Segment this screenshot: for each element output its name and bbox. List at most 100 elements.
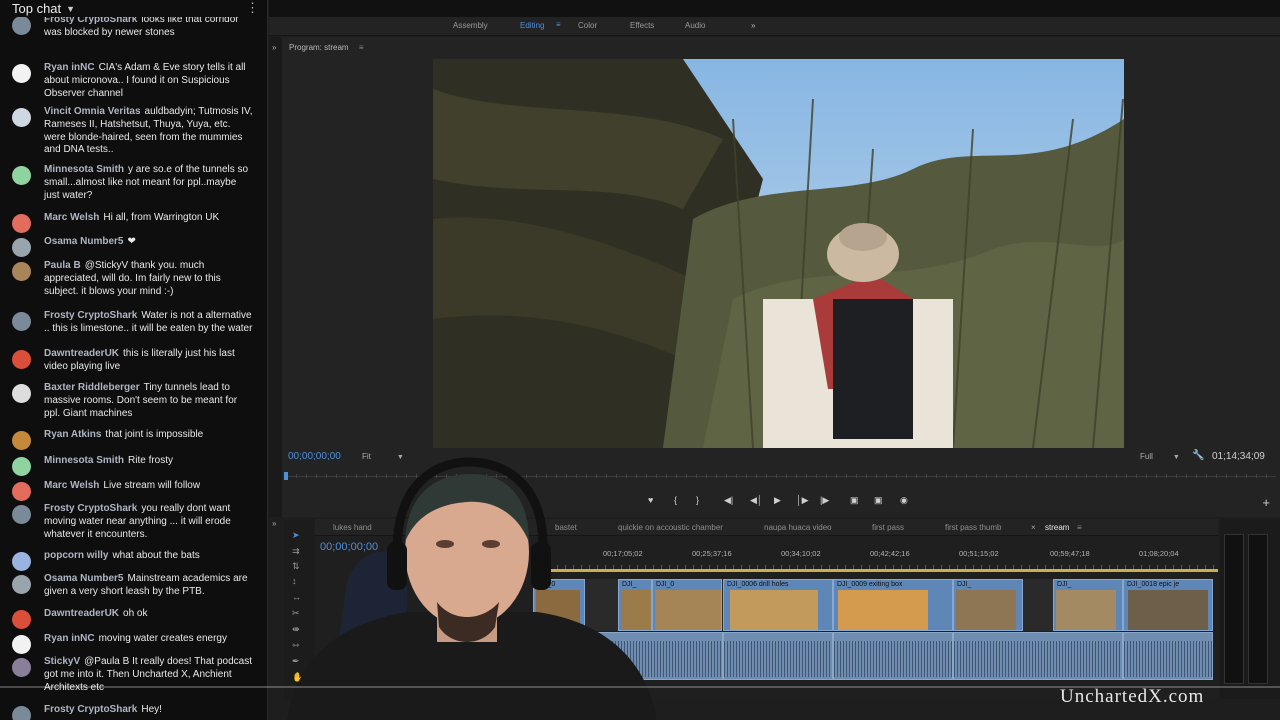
video-clip[interactable]: DJI_ <box>1053 579 1123 631</box>
step-forward-icon[interactable]: │▶ <box>796 495 809 506</box>
chevron-down-icon: ▼ <box>1172 454 1180 461</box>
avatar[interactable] <box>12 575 31 594</box>
video-clip[interactable]: DJI_0 <box>652 579 722 631</box>
avatar[interactable] <box>12 482 31 501</box>
avatar[interactable] <box>12 64 31 83</box>
go-to-out-icon[interactable]: |▶ <box>820 495 829 506</box>
expand-panel-icon[interactable]: » <box>272 519 276 528</box>
avatar[interactable] <box>12 166 31 185</box>
chat-author[interactable]: Minnesota Smith <box>44 164 124 175</box>
chat-author[interactable]: Osama Number5 <box>44 236 123 247</box>
chat-author[interactable]: Minnesota Smith <box>44 455 124 466</box>
chat-author[interactable]: Osama Number5 <box>44 573 123 584</box>
chat-body: Rite frosty <box>128 455 174 466</box>
chat-author[interactable]: Marc Welsh <box>44 212 99 223</box>
clip-name: DJI_0006 drill holes <box>727 581 789 588</box>
chat-header[interactable]: Top chat ▼ ⋮ <box>0 0 267 17</box>
avatar[interactable] <box>12 238 31 257</box>
audio-clip[interactable] <box>1123 632 1213 680</box>
chat-message-text: Minnesota Smith y are so.e of the tunnels… <box>44 164 254 202</box>
resolution-select[interactable]: Full ▼ <box>1140 452 1180 461</box>
clip-name: DJI_ <box>957 581 972 588</box>
chat-message-text: DawntreaderUK oh ok <box>44 608 254 621</box>
tab-sequence-stream[interactable]: stream <box>1045 523 1069 532</box>
avatar[interactable] <box>12 610 31 629</box>
video-clip[interactable]: DJI_0006 drill holes <box>723 579 833 631</box>
more-workspaces-icon[interactable]: » <box>751 21 755 30</box>
avatar[interactable] <box>12 16 31 35</box>
video-clip[interactable]: DJI_0018 epic je <box>1123 579 1213 631</box>
chat-author[interactable]: Paula B <box>44 260 81 271</box>
streamer-webcam <box>287 457 657 720</box>
avatar[interactable] <box>12 108 31 127</box>
more-options-icon[interactable]: ⋮ <box>246 0 259 16</box>
avatar[interactable] <box>12 552 31 571</box>
avatar[interactable] <box>12 635 31 654</box>
mark-in-icon[interactable]: { <box>674 495 677 505</box>
workspace-menu-icon[interactable]: ≡ <box>556 20 561 29</box>
audio-clip[interactable] <box>833 632 953 680</box>
chat-author[interactable]: popcorn willy <box>44 550 108 561</box>
avatar[interactable] <box>12 262 31 281</box>
chat-author[interactable]: Frosty CryptoShark <box>44 503 137 514</box>
expand-panel-icon[interactable]: » <box>272 43 276 52</box>
settings-wrench-icon[interactable]: 🔧 <box>1192 450 1204 461</box>
chat-author[interactable]: Marc Welsh <box>44 480 99 491</box>
chat-author[interactable]: Ryan inNC <box>44 62 95 73</box>
mark-out-icon[interactable]: } <box>696 495 699 505</box>
avatar[interactable] <box>12 658 31 677</box>
audio-clip[interactable] <box>723 632 833 680</box>
chat-author[interactable]: StickyV <box>44 656 80 667</box>
chat-author[interactable]: Ryan Atkins <box>44 429 101 440</box>
avatar[interactable] <box>12 350 31 369</box>
chat-author[interactable]: Baxter Riddleberger <box>44 382 140 393</box>
tab-assembly[interactable]: Assembly <box>453 21 488 30</box>
video-clip[interactable]: DJI_0009 exiting box <box>833 579 953 631</box>
chat-author[interactable]: Frosty CryptoShark <box>44 310 137 321</box>
program-monitor: Program: stream ≡ 00;00;00;00 Fit ▼ Full… <box>282 37 1280 517</box>
tab-sequence-first-pass[interactable]: first pass <box>872 523 904 532</box>
tab-effects[interactable]: Effects <box>630 21 654 30</box>
duration-timecode: 01;14;34;09 <box>1212 451 1265 462</box>
extract-icon[interactable]: ▣ <box>874 495 883 506</box>
avatar[interactable] <box>12 312 31 331</box>
avatar[interactable] <box>12 384 31 403</box>
panel-menu-icon[interactable]: ≡ <box>1077 523 1082 532</box>
chat-author[interactable]: Frosty CryptoShark <box>44 704 137 715</box>
chat-body: Hey! <box>141 704 162 715</box>
tab-sequence-first-pass-thumb[interactable]: first pass thumb <box>945 523 1001 532</box>
clip-name: DJI_ <box>1057 581 1072 588</box>
add-button-icon[interactable]: + <box>1262 495 1270 510</box>
program-monitor-tab[interactable]: Program: stream ≡ <box>289 43 363 52</box>
avatar[interactable] <box>12 706 31 720</box>
tab-sequence-naupa-huaca[interactable]: naupa huaca video <box>764 523 832 532</box>
export-frame-icon[interactable]: ◉ <box>900 495 908 506</box>
chat-message-text: Frosty CryptoShark Hey! <box>44 704 254 717</box>
lift-icon[interactable]: ▣ <box>850 495 859 506</box>
tab-audio[interactable]: Audio <box>685 21 705 30</box>
avatar[interactable] <box>12 214 31 233</box>
chat-message-text: Frosty CryptoShark Water is not a alterna… <box>44 310 254 336</box>
audio-clip[interactable] <box>953 632 1123 680</box>
avatar[interactable] <box>12 431 31 450</box>
tab-editing[interactable]: Editing <box>520 21 544 30</box>
avatar[interactable] <box>12 457 31 476</box>
clip-name: DJI_0009 exiting box <box>837 581 903 588</box>
chat-author[interactable]: Ryan inNC <box>44 633 95 644</box>
play-icon[interactable]: ▶ <box>774 495 781 506</box>
chat-author[interactable]: DawntreaderUK <box>44 348 119 359</box>
panel-collapse-strip: » <box>269 37 282 517</box>
chat-body: Hi all, from Warrington UK <box>103 212 220 223</box>
video-clip[interactable]: DJI_ <box>953 579 1023 631</box>
step-back-icon[interactable]: ◀│ <box>750 495 763 506</box>
panel-menu-icon[interactable]: ≡ <box>359 43 364 52</box>
chat-message-text: Vincit Omnia Veritas auldbadyin; Tutmosis… <box>44 106 254 157</box>
chat-author[interactable]: DawntreaderUK <box>44 608 119 619</box>
resolution-value: Full <box>1140 452 1153 461</box>
avatar[interactable] <box>12 505 31 524</box>
go-to-in-icon[interactable]: ◀| <box>724 495 733 506</box>
close-icon[interactable]: × <box>1031 523 1036 532</box>
chat-author[interactable]: Vincit Omnia Veritas <box>44 106 141 117</box>
tab-color[interactable]: Color <box>578 21 597 30</box>
chevron-down-icon[interactable]: ▼ <box>66 4 75 14</box>
